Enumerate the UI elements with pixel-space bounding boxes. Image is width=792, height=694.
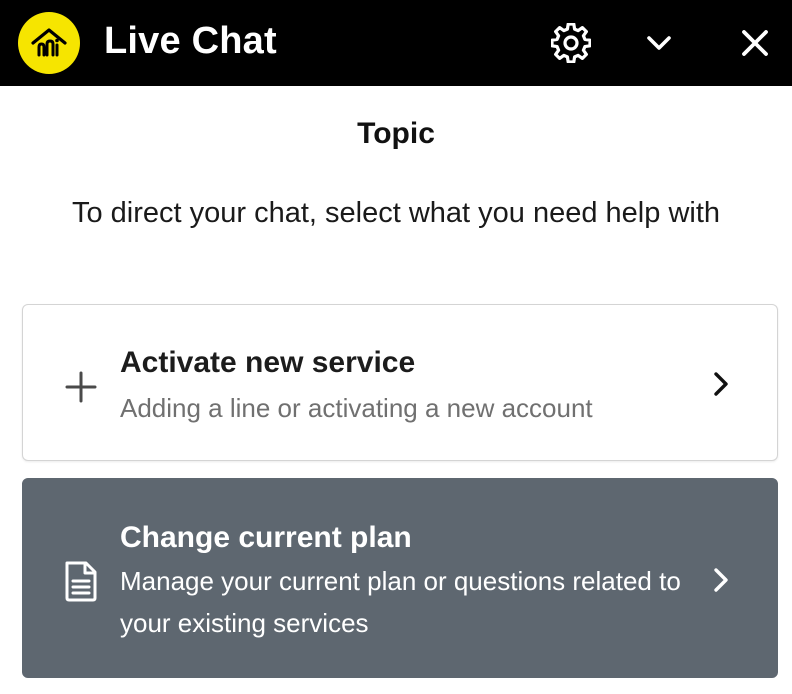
topic-heading: Topic [357, 117, 435, 150]
option-description: Manage your current plan or questions re… [120, 566, 681, 638]
close-icon [742, 30, 768, 56]
header-title: Live Chat [104, 20, 277, 62]
close-button[interactable] [733, 21, 777, 65]
minimize-button[interactable] [637, 21, 681, 65]
chat-header: Live Chat [0, 0, 792, 86]
topic-instructions: To direct your chat, select what you nee… [71, 197, 721, 229]
plus-icon [61, 367, 101, 407]
settings-button[interactable] [549, 21, 593, 65]
document-icon [61, 561, 101, 602]
option-description: Adding a line or activating a new accoun… [120, 393, 593, 423]
option-activate-new-service[interactable]: Activate new service Adding a line or ac… [22, 304, 778, 461]
chevron-right-icon [706, 565, 736, 595]
option-title: Activate new service [120, 346, 416, 379]
gear-icon [551, 23, 591, 63]
chevron-right-icon [706, 369, 736, 399]
option-change-current-plan[interactable]: Change current plan Manage your current … [22, 478, 778, 678]
option-title: Change current plan [120, 521, 412, 554]
chevron-down-icon [647, 36, 671, 50]
home-logo-icon [18, 12, 80, 74]
